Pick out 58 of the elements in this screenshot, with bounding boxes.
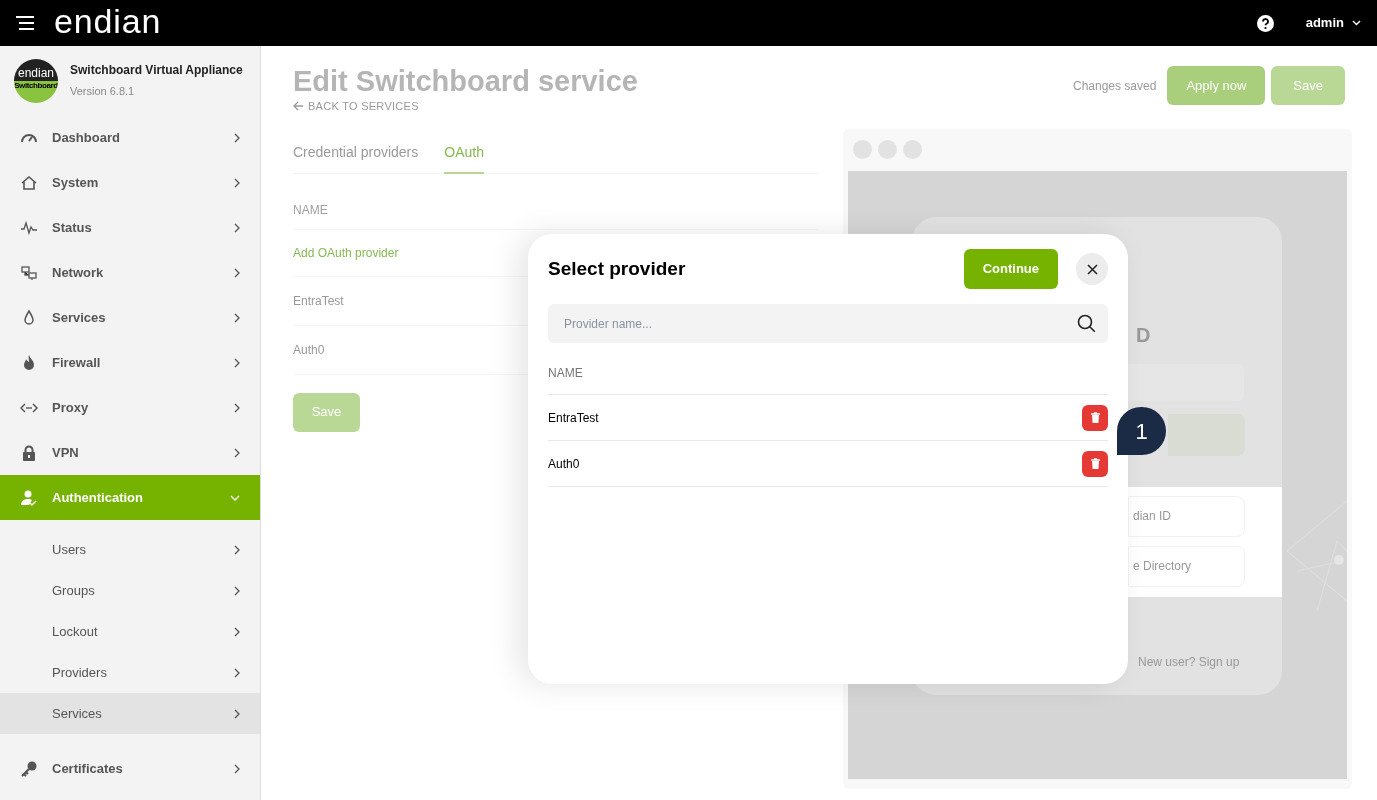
sidebar-item[interactable]: Certificates xyxy=(0,746,260,791)
help-icon[interactable] xyxy=(1256,14,1274,32)
arrow-left-icon xyxy=(293,101,304,112)
page-title: Edit Switchboard service xyxy=(293,64,638,98)
chevron-right-icon xyxy=(234,267,240,278)
delete-button[interactable] xyxy=(1082,450,1108,477)
sidebar-item[interactable]: Services xyxy=(0,295,260,340)
chevron-right-icon xyxy=(234,708,240,719)
trash-icon xyxy=(1090,458,1100,469)
provider-name: EntraTest xyxy=(548,409,600,427)
column-header: NAME xyxy=(293,173,818,230)
close-button[interactable] xyxy=(1076,253,1108,285)
sidebar-item[interactable]: System xyxy=(0,160,260,205)
chevron-right-icon xyxy=(234,177,240,188)
preview-heading: D xyxy=(1136,322,1152,348)
column-header: NAME xyxy=(548,364,1108,395)
sidebar-item[interactable]: Dashboard xyxy=(0,115,260,160)
user-menu[interactable]: admin xyxy=(1305,13,1361,33)
sidebar-subitem[interactable]: Lockout xyxy=(0,611,260,652)
sidebar-item[interactable]: Proxy xyxy=(0,385,260,430)
provider-name: Auth0 xyxy=(548,455,581,473)
chevron-right-icon xyxy=(234,763,240,774)
sidebar-item[interactable]: VPN xyxy=(0,430,260,475)
search-icon xyxy=(1077,314,1096,333)
trash-icon xyxy=(1090,412,1100,423)
chevron-down-icon xyxy=(230,494,240,501)
product-version: Version 6.8.1 xyxy=(70,84,136,100)
sidebar-item[interactable]: Network xyxy=(0,250,260,295)
product-logo: endian Switchboard xyxy=(14,58,58,103)
network-icon xyxy=(20,263,38,282)
sidebar-subitem[interactable]: Groups xyxy=(0,570,260,611)
search-field[interactable]: Provider name... xyxy=(548,304,1108,343)
delete-button[interactable] xyxy=(1082,404,1108,431)
chevron-right-icon xyxy=(234,222,240,233)
lock-icon xyxy=(20,443,38,462)
chevron-right-icon xyxy=(234,667,240,678)
sidebar-subitem[interactable]: Users xyxy=(0,529,260,570)
product-name: Switchboard Virtual Appliance xyxy=(70,62,243,80)
chevron-right-icon xyxy=(234,447,240,458)
chevron-right-icon xyxy=(234,544,240,555)
chevron-right-icon xyxy=(234,312,240,323)
key-icon xyxy=(20,759,38,778)
sidebar-subitem[interactable]: Providers xyxy=(0,652,260,693)
house-icon xyxy=(20,173,38,192)
chevron-down-icon xyxy=(1352,20,1361,26)
close-icon xyxy=(1086,263,1098,275)
save-status: Changes saved xyxy=(1073,77,1157,95)
user-check-icon xyxy=(20,488,38,507)
chevron-right-icon xyxy=(234,357,240,368)
chevron-right-icon xyxy=(234,626,240,637)
menu-icon[interactable] xyxy=(16,16,34,30)
chevron-right-icon xyxy=(234,585,240,596)
logo: endian xyxy=(54,4,162,38)
sidebar-item[interactable]: Status xyxy=(0,205,260,250)
sidebar-subitem[interactable]: Services xyxy=(0,693,260,734)
sidebar-item[interactable]: Firewall xyxy=(0,340,260,385)
chevron-right-icon xyxy=(234,132,240,143)
chevron-right-icon xyxy=(234,402,240,413)
